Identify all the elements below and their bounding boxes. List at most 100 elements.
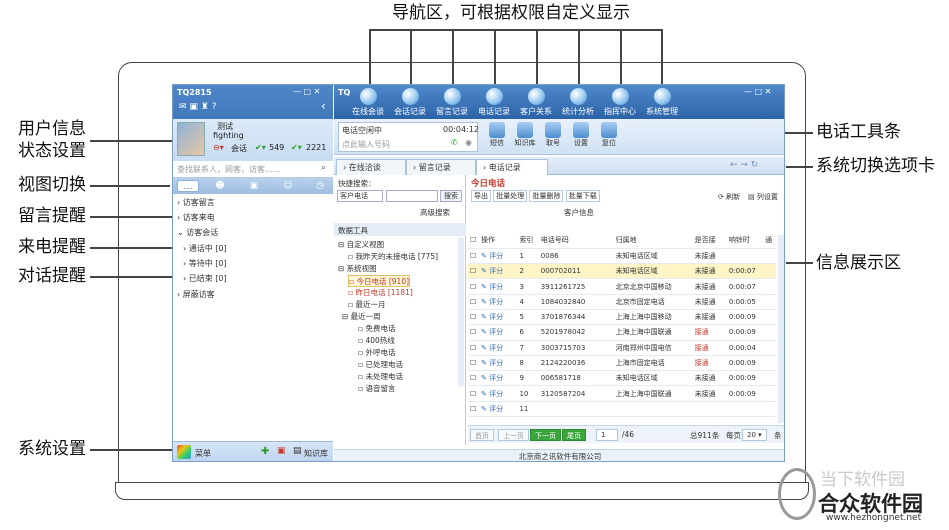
table-row[interactable]: ☐ ✎ 评分 9 006581718 未知电话区域 未接通 0:00:09 (468, 370, 776, 387)
refresh-button[interactable]: ⟳ 刷新 (718, 192, 740, 202)
row-edit[interactable]: ✎ 评分 (478, 294, 518, 310)
tree-item[interactable]: › 访客留言 (177, 197, 215, 211)
tree-item[interactable]: ▫ 未处理电话 (358, 371, 403, 383)
tree-item[interactable]: ▫ 我昨天的未接电话 [775] (348, 251, 438, 263)
row-edit[interactable]: ✎ 评分 (478, 340, 518, 356)
per-page-select[interactable]: 20 ▾ (742, 429, 767, 441)
tree-item[interactable]: › 通话中 [0] (183, 243, 227, 257)
tree-item[interactable]: ⌄ 访客会话 (177, 227, 218, 241)
columns-button[interactable]: ▤ 列设置 (748, 192, 778, 202)
row-checkbox[interactable]: ☐ (468, 309, 479, 326)
page-input[interactable]: 1 (596, 429, 618, 441)
table-row[interactable]: ☐ ✎ 评分 5 3701876344 上海上海中国移动 未接通 0:00:09 (468, 309, 776, 326)
tree-item[interactable]: ⊟ 自定义视图 (338, 239, 384, 251)
row-checkbox[interactable]: ☐ (468, 385, 479, 402)
menu-icon[interactable] (177, 445, 191, 459)
dial-input[interactable]: 点此输入号码 (342, 139, 390, 150)
row-checkbox[interactable]: ☐ (468, 324, 479, 341)
search-icon[interactable]: ⌕ (321, 163, 326, 173)
tree-item[interactable]: › 已结束 [0] (183, 273, 227, 287)
collapse-icon[interactable]: ‹ (321, 99, 326, 113)
settings-button[interactable]: 设置 (568, 122, 594, 148)
row-checkbox[interactable]: ☐ (468, 355, 479, 372)
search-button[interactable]: 搜索 (440, 190, 462, 202)
history-view-icon[interactable]: ◷ (309, 180, 331, 192)
row-checkbox[interactable]: ☐ (468, 340, 479, 356)
table-row[interactable]: ☐ ✎ 评分 1 0086 未知电话区域 未接通 (468, 248, 776, 265)
tree-item[interactable]: › 等待中 [0] (183, 258, 227, 272)
export-button[interactable]: 导出 (471, 190, 491, 202)
table-row[interactable]: ☐ ✎ 评分 6 5201978042 上海上海中国联通 接通 0:00:09 (468, 324, 776, 341)
first-page-button[interactable]: 首页 (470, 429, 494, 441)
row-edit[interactable]: ✎ 评分 (478, 278, 518, 295)
row-edit[interactable]: ✎ 评分 (478, 385, 518, 402)
contact-view-icon[interactable]: ▣ (243, 180, 265, 192)
mute-icon[interactable]: ◉ (465, 138, 472, 147)
tree-item[interactable]: ▫ 最近一月 (348, 299, 385, 311)
vertical-scrollbar[interactable] (778, 235, 784, 423)
tree-item[interactable]: ▫ 外呼电话 (358, 347, 395, 359)
status-label[interactable]: 会话 (231, 143, 247, 154)
col-answered[interactable]: 是否接 (692, 233, 727, 249)
batch-process-button[interactable]: 批量处理 (493, 190, 528, 202)
row-checkbox[interactable]: ☐ (468, 294, 479, 310)
tab-nav-arrows[interactable]: ← → ↻ (730, 160, 758, 170)
dial-icon[interactable]: ✆ (451, 138, 458, 147)
knowledge-icon[interactable]: ▤ (293, 446, 302, 456)
row-edit[interactable]: ✎ 评分 (478, 355, 518, 372)
batch-download-button[interactable]: 批量下载 (565, 190, 600, 202)
col-more[interactable]: 通 (763, 233, 776, 249)
avatar[interactable] (177, 122, 205, 156)
row-checkbox[interactable]: ☐ (468, 278, 479, 295)
nav-crm[interactable]: 客户关系 (514, 88, 558, 117)
menu-button[interactable]: 菜单 (195, 448, 211, 459)
knowledge-button[interactable]: 知识库 (304, 448, 328, 459)
tree-item[interactable]: ▫ 昨日电话 [1181] (348, 287, 413, 299)
nav-online-chat[interactable]: 在线会谈 (346, 88, 390, 117)
nav-stats[interactable]: 统计分析 (556, 88, 600, 117)
nav-system-admin[interactable]: 系统管理 (640, 88, 684, 117)
row-edit[interactable]: ✎ 评分 (478, 263, 518, 280)
row-edit[interactable]: ✎ 评分 (478, 324, 518, 341)
tree-item[interactable]: ▫ 语音留言 (358, 383, 395, 395)
nav-session-records[interactable]: 会话记录 (388, 88, 432, 117)
prev-page-button[interactable]: 上一页 (498, 429, 529, 441)
table-row[interactable]: ☐ ✎ 评分 10 3120587204 上海上海中国联通 未接通 0:00:09 (468, 385, 776, 402)
row-edit[interactable]: ✎ 评分 (478, 309, 518, 326)
tab-message-records[interactable]: › 留言记录 (406, 159, 476, 175)
table-row[interactable]: ☐ ✎ 评分 2 000702011 未知电话区域 未接通 0:00:07 (468, 263, 776, 280)
col-index[interactable]: 索引 (517, 233, 539, 249)
row-checkbox[interactable]: ☐ (468, 263, 479, 280)
row-edit[interactable]: ✎ 评分 (478, 248, 518, 265)
table-row[interactable]: ☐ ✎ 评分 4 1084032840 北京市固定电话 未接通 0:00:05 (468, 294, 776, 310)
tree-item[interactable]: › 屏蔽访客 (177, 289, 215, 303)
take-number-button[interactable]: 取号 (540, 122, 566, 148)
sms-button[interactable]: 短信 (484, 122, 510, 148)
table-row[interactable]: ☐ ✎ 评分 3 3911261725 北京北京中国移动 未接通 0:00:07 (468, 278, 776, 295)
scrollbar[interactable] (458, 237, 464, 387)
tree-item[interactable]: ▫ 免费电话 (358, 323, 395, 335)
mail-icon[interactable]: ✉ ▣ ♜ ? (179, 102, 216, 112)
col-ring[interactable]: 响铃时 (726, 233, 764, 249)
row-checkbox[interactable]: ☐ (468, 370, 479, 387)
tab-phone-records[interactable]: › 电话记录 (476, 159, 548, 175)
row-checkbox[interactable]: ☐ (468, 401, 479, 418)
batch-delete-button[interactable]: 批量删除 (529, 190, 564, 202)
col-phone[interactable]: 电话号码 (538, 233, 614, 249)
next-page-button[interactable]: 下一页 (530, 429, 561, 441)
tree-item[interactable]: ⊟ 最近一周 (342, 311, 381, 323)
row-edit[interactable]: ✎ 评分 (478, 401, 518, 418)
add-icon[interactable]: ✚ (261, 446, 269, 457)
tree-item[interactable]: ⊟ 系统视图 (338, 263, 377, 275)
tree-item[interactable]: ▫ 已处理电话 (358, 359, 403, 371)
last-page-button[interactable]: 尾页 (562, 429, 586, 441)
row-checkbox[interactable]: ☐ (468, 248, 479, 265)
col-location[interactable]: 归属地 (613, 233, 693, 249)
tree-item-today[interactable]: ▫ 今日电话 [910] (348, 275, 411, 287)
kb-button[interactable]: 知识库 (512, 122, 538, 148)
col-action[interactable]: 操作 (478, 233, 518, 249)
table-row[interactable]: ☐ ✎ 评分 8 2124220036 上海市固定电话 接通 0:00:09 (468, 355, 776, 372)
table-row[interactable]: ☐ ✎ 评分 7 3003715703 河南郑州中国电信 接通 0:00:04 (468, 340, 776, 356)
tab-online-chat[interactable]: › 在线洽谈 (336, 159, 406, 175)
reset-button[interactable]: 复位 (596, 122, 622, 148)
